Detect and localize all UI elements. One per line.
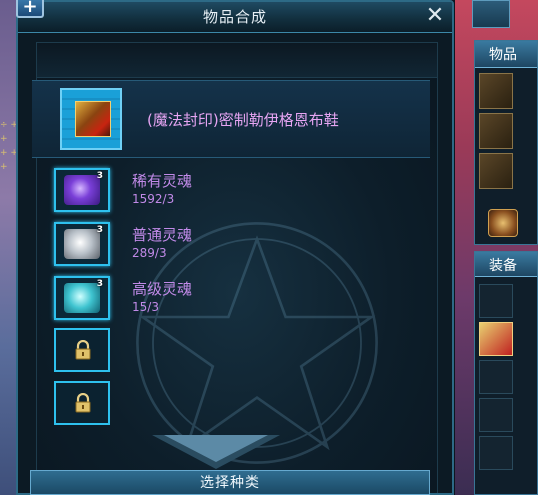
inventory-slot[interactable] (479, 153, 513, 189)
material-row[interactable]: 3 高级灵魂 15/3 (54, 276, 192, 322)
select-type-button[interactable]: 选择种类 (30, 470, 430, 495)
close-button[interactable]: ✕ (424, 5, 446, 27)
product-row[interactable]: (魔法封印)密制勒伊格恩布鞋 (32, 80, 430, 158)
material-count: 3 (96, 279, 103, 289)
equipment-panel: 装备 (474, 251, 538, 495)
material-row[interactable]: 3 稀有灵魂 1592/3 (54, 168, 192, 214)
material-quantity: 289/3 (132, 246, 167, 260)
equipment-slot[interactable] (479, 322, 513, 356)
lock-icon (75, 340, 91, 360)
equipment-panel-header[interactable]: 装备 (475, 252, 537, 277)
items-panel-title: 物品 (489, 47, 517, 63)
material-name: 高级灵魂 (132, 280, 193, 298)
product-name: (魔法封印)密制勒伊格恩布鞋 (147, 111, 339, 129)
equipment-slot[interactable] (479, 360, 513, 394)
down-arrow-inner (164, 435, 268, 462)
material-quantity: 15/3 (132, 300, 159, 314)
locked-material-slot (54, 328, 110, 372)
material-quantity: 1592/3 (132, 192, 175, 206)
inventory-side-panel: 物品 装备 (460, 0, 538, 495)
window-title: 物品合成 (202, 8, 267, 26)
add-tab-button[interactable]: + (16, 0, 44, 18)
material-slot[interactable]: 3 (54, 222, 110, 266)
side-top-button[interactable] (472, 0, 510, 28)
inventory-slot[interactable] (479, 113, 513, 149)
product-slot[interactable] (60, 88, 122, 150)
equipment-slot[interactable] (479, 436, 513, 470)
equipment-panel-title: 装备 (489, 258, 517, 274)
material-row[interactable]: 3 普通灵魂 289/3 (54, 222, 192, 268)
teal-soul-icon (64, 283, 100, 313)
side-round-button[interactable] (488, 209, 518, 237)
purple-soul-icon (64, 175, 100, 205)
material-slot[interactable]: 3 (54, 276, 110, 320)
items-panel-header[interactable]: 物品 (475, 41, 537, 68)
panel-header-strip (37, 43, 437, 78)
material-count: 3 (96, 225, 103, 235)
lock-icon (75, 393, 91, 413)
material-slot[interactable]: 3 (54, 168, 110, 212)
inventory-slot[interactable] (479, 73, 513, 109)
material-count: 3 (96, 171, 103, 181)
equipment-slot[interactable] (479, 284, 513, 318)
title-bar[interactable]: 物品合成 ✕ (18, 2, 452, 33)
material-name: 普通灵魂 (132, 226, 193, 244)
white-soul-icon (64, 229, 100, 259)
boots-icon (75, 101, 111, 137)
material-name: 稀有灵魂 (132, 172, 193, 190)
locked-material-slot (54, 381, 110, 425)
equipment-slot[interactable] (479, 398, 513, 432)
